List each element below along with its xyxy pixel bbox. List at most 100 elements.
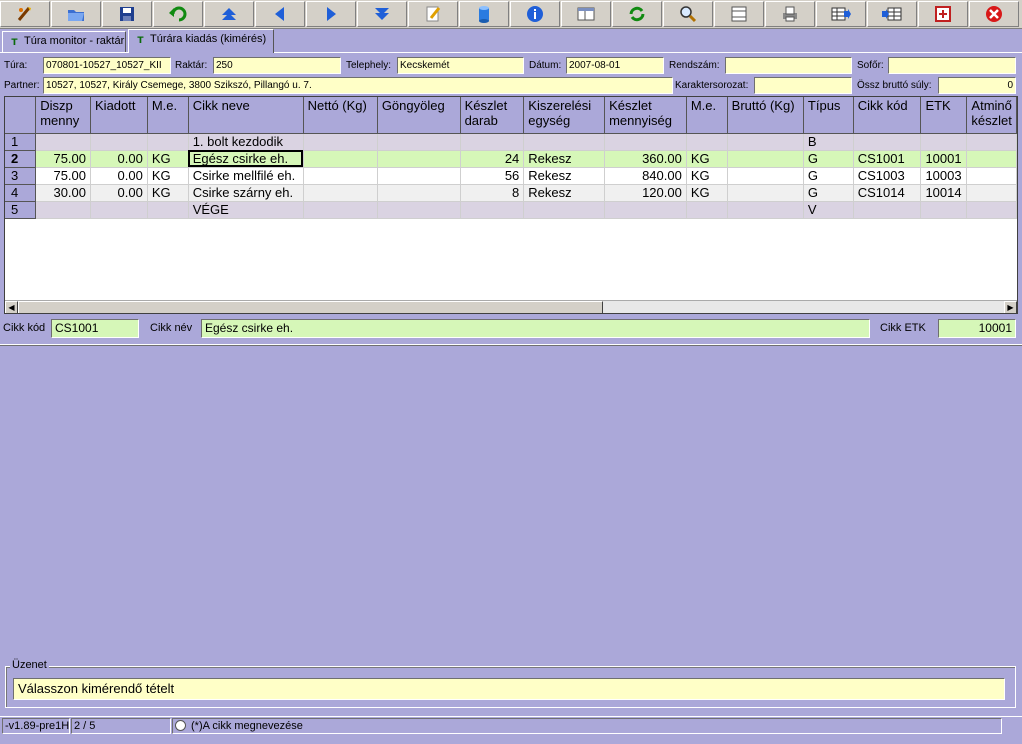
karaktersorozat-field[interactable] — [754, 77, 852, 94]
cell-me-2[interactable] — [686, 201, 728, 219]
cell-me[interactable] — [147, 133, 189, 151]
info-button[interactable] — [510, 1, 560, 27]
cell-etk[interactable] — [920, 133, 968, 151]
row-number[interactable]: 2 — [5, 150, 37, 168]
col-header-keszlet-darab[interactable]: Készlet darab — [460, 97, 525, 134]
save-button[interactable] — [102, 1, 152, 27]
cell-keszlet-darab[interactable]: 56 — [460, 167, 525, 185]
cell-gongyoleg[interactable] — [377, 167, 461, 185]
table-export-button[interactable] — [816, 1, 866, 27]
cell-cikk-kod[interactable]: CS1014 — [853, 184, 922, 202]
cell-me[interactable]: KG — [147, 167, 189, 185]
col-header-atmino-keszlet[interactable]: Atminő készlet — [966, 97, 1017, 134]
cell-gongyoleg[interactable] — [377, 201, 461, 219]
cell-netto[interactable] — [303, 150, 378, 168]
column-width-button[interactable] — [714, 1, 764, 27]
cell-diszp-menny[interactable]: 75.00 — [35, 150, 92, 168]
cell-me[interactable]: KG — [147, 150, 189, 168]
cell-kiszerelesi-egyseg[interactable]: Rekesz — [523, 167, 606, 185]
cell-netto[interactable] — [303, 184, 378, 202]
cell-etk[interactable]: 10014 — [920, 184, 968, 202]
undo-button[interactable] — [153, 1, 203, 27]
cell-kiszerelesi-egyseg[interactable]: Rekesz — [523, 184, 606, 202]
cell-keszlet-mennyiseg[interactable]: 120.00 — [604, 184, 687, 202]
cell-keszlet-mennyiseg[interactable]: 840.00 — [604, 167, 687, 185]
cell-atmino-keszlet[interactable] — [966, 184, 1017, 202]
cell-cikk-kod[interactable]: CS1003 — [853, 167, 922, 185]
cell-keszlet-darab[interactable] — [460, 133, 525, 151]
cell-keszlet-darab[interactable]: 24 — [460, 150, 525, 168]
col-header-netto[interactable]: Nettó (Kg) — [303, 97, 378, 134]
scroll-right-button[interactable]: ▶ — [1004, 301, 1017, 313]
cell-diszp-menny[interactable]: 75.00 — [35, 167, 92, 185]
table-row[interactable]: 3 75.00 0.00 KG Csirke mellfilé eh. 56 Rekesz 8… — [5, 167, 1017, 185]
cell-cikk-neve[interactable]: Egész csirke eh. — [188, 150, 304, 168]
print-button[interactable] — [765, 1, 815, 27]
partner-field[interactable]: 10527, 10527, Király Csemege, 3800 Sziks… — [43, 77, 673, 94]
cell-me[interactable] — [147, 201, 189, 219]
cell-cikk-kod[interactable] — [853, 201, 922, 219]
cell-atmino-keszlet[interactable] — [966, 201, 1017, 219]
radio-indicator-icon[interactable] — [175, 720, 186, 731]
cikk-etk-field[interactable]: 10001 — [938, 319, 1016, 338]
cell-keszlet-darab[interactable]: 8 — [460, 184, 525, 202]
scroll-left-button[interactable]: ◀ — [5, 301, 18, 313]
cell-keszlet-darab[interactable] — [460, 201, 525, 219]
cell-me-2[interactable]: KG — [686, 184, 728, 202]
col-header-me[interactable]: M.e. — [147, 97, 189, 134]
cell-cikk-kod[interactable] — [853, 133, 922, 151]
database-button[interactable] — [459, 1, 509, 27]
tab-tura-monitor[interactable]: T Túra monitor - raktár — [2, 31, 126, 52]
cell-kiadott[interactable]: 0.00 — [90, 150, 148, 168]
scroll-thumb[interactable] — [18, 301, 603, 313]
cell-kiadott[interactable] — [90, 133, 148, 151]
cell-netto[interactable] — [303, 201, 378, 219]
cell-tipus[interactable]: G — [803, 150, 854, 168]
cell-cikk-neve[interactable]: Csirke szárny eh. — [188, 184, 304, 202]
table-row[interactable]: 5 VÉGE V — [5, 201, 1017, 219]
telephely-field[interactable]: Kecskemét — [397, 57, 524, 74]
cell-netto[interactable] — [303, 167, 378, 185]
last-record-button[interactable] — [357, 1, 407, 27]
cell-atmino-keszlet[interactable] — [966, 150, 1017, 168]
cell-kiszerelesi-egyseg[interactable]: Rekesz — [523, 150, 606, 168]
cell-brutto[interactable] — [727, 201, 804, 219]
cell-cikk-neve[interactable]: 1. bolt kezdodik — [188, 133, 304, 151]
cell-me-2[interactable] — [686, 133, 728, 151]
first-record-button[interactable] — [204, 1, 254, 27]
cell-atmino-keszlet[interactable] — [966, 133, 1017, 151]
table-row[interactable]: 1 1. bolt kezdodik B — [5, 133, 1017, 151]
cell-brutto[interactable] — [727, 167, 804, 185]
cell-tipus[interactable]: V — [803, 201, 854, 219]
table-row[interactable]: 4 30.00 0.00 KG Csirke szárny eh. 8 Rekesz 120.… — [5, 184, 1017, 202]
cikk-nev-field[interactable]: Egész csirke eh. — [201, 319, 870, 338]
cell-etk[interactable]: 10003 — [920, 167, 968, 185]
cell-atmino-keszlet[interactable] — [966, 167, 1017, 185]
exit-button[interactable] — [0, 1, 50, 27]
cell-me-2[interactable]: KG — [686, 150, 728, 168]
data-grid[interactable]: Diszp menny Kiadott M.e. Cikk neve Nettó… — [4, 96, 1018, 314]
col-header-etk[interactable]: ETK — [920, 97, 968, 134]
cell-etk[interactable] — [920, 201, 968, 219]
previous-record-button[interactable] — [255, 1, 305, 27]
datum-field[interactable]: 2007-08-01 — [566, 57, 664, 74]
cell-netto[interactable] — [303, 133, 378, 151]
raktar-field[interactable]: 250 — [213, 57, 341, 74]
table-import-button[interactable] — [867, 1, 917, 27]
ossz-brutto-field[interactable]: 0 — [938, 77, 1016, 94]
cell-kiadott[interactable]: 0.00 — [90, 184, 148, 202]
row-number[interactable]: 3 — [5, 167, 37, 185]
cell-gongyoleg[interactable] — [377, 133, 461, 151]
cell-kiadott[interactable]: 0.00 — [90, 167, 148, 185]
row-number[interactable]: 5 — [5, 201, 37, 219]
cell-me-2[interactable]: KG — [686, 167, 728, 185]
search-button[interactable] — [663, 1, 713, 27]
cell-diszp-menny[interactable]: 30.00 — [35, 184, 92, 202]
cell-brutto[interactable] — [727, 133, 804, 151]
tura-field[interactable]: 070801-10527_10527_KII — [43, 57, 171, 74]
cell-me[interactable]: KG — [147, 184, 189, 202]
close-button[interactable] — [969, 1, 1019, 27]
cell-gongyoleg[interactable] — [377, 150, 461, 168]
cell-brutto[interactable] — [727, 150, 804, 168]
cell-cikk-kod[interactable]: CS1001 — [853, 150, 922, 168]
